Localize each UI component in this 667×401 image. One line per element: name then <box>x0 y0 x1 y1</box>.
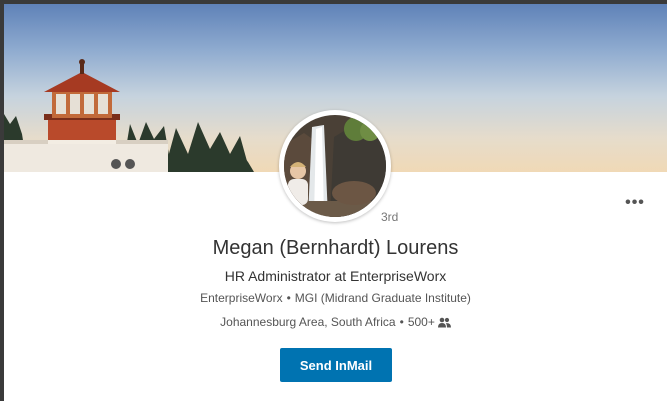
send-inmail-button[interactable]: Send InMail <box>280 348 392 382</box>
avatar-photo <box>284 115 386 217</box>
people-icon <box>437 317 451 331</box>
company-link[interactable]: EnterpriseWorx <box>200 291 282 305</box>
profile-location: Johannesburg Area, South Africa <box>220 315 396 329</box>
connection-degree-badge: 3rd <box>381 210 399 224</box>
more-dots-icon: ••• <box>625 194 645 211</box>
avatar[interactable] <box>279 110 391 222</box>
avatar-image <box>284 115 386 217</box>
school-link[interactable]: MGI (Midrand Graduate Institute) <box>295 291 471 305</box>
profile-organizations: EnterpriseWorx • MGI (Midrand Graduate Ins… <box>4 291 667 305</box>
profile-card: 3rd ••• Megan (Bernhardt) Lourens HR Adm… <box>4 4 667 401</box>
more-actions-button[interactable]: ••• <box>622 194 648 214</box>
profile-headline: HR Administrator at EnterpriseWorx <box>224 268 447 284</box>
profile-location-line: Johannesburg Area, South Africa • 500+ <box>4 315 667 331</box>
separator: • <box>399 315 404 329</box>
separator: • <box>286 291 291 305</box>
connections-count[interactable]: 500+ <box>408 315 435 329</box>
profile-name: Megan (Bernhardt) Lourens <box>212 237 459 259</box>
